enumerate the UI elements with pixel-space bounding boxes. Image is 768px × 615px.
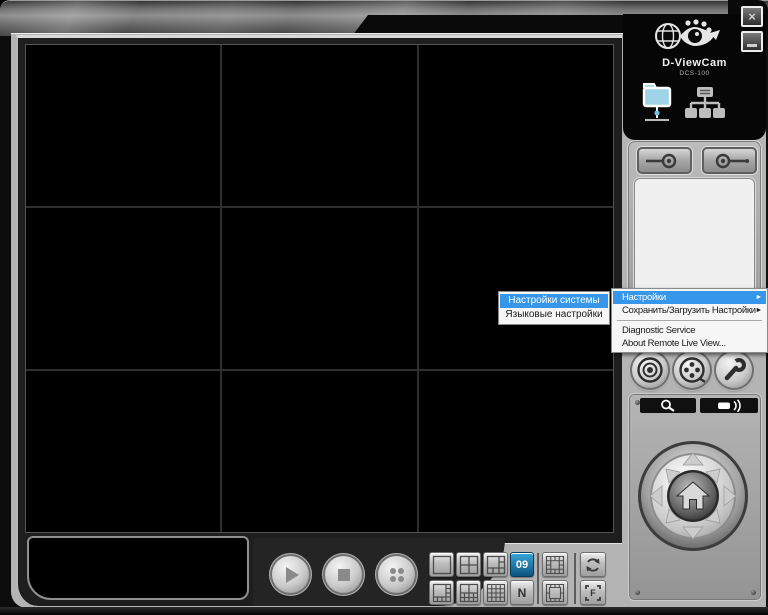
context-menu: Настройки системы Языковые настройки [498,291,610,325]
submenu-arrow-icon: ► [755,304,762,317]
layout-8-icon [432,583,452,603]
layout-1-button[interactable] [429,552,454,577]
settings-submenu: Настройки ► Сохранить/Загрузить Настройк… [611,288,768,353]
layout-8-button[interactable] [429,580,454,605]
layout-separator-2 [574,553,576,604]
fullscreen-button[interactable]: F [580,580,606,605]
film-reel-icon [677,355,707,385]
app-window: × 09 [0,0,768,615]
submenu-arrow-icon: ► [755,291,762,304]
event-log [27,536,249,600]
quad-dots-icon [386,564,408,586]
layout-13a-icon [545,555,565,575]
layout-4-button[interactable] [456,552,481,577]
video-cell[interactable] [419,208,613,369]
layout-6-button[interactable] [483,552,508,577]
play-icon [286,567,299,583]
layout-10-icon [459,583,479,603]
video-cell[interactable] [222,45,416,206]
video-cell[interactable] [26,45,220,206]
layout-separator [537,553,539,604]
stop-icon [338,569,350,581]
record-button[interactable] [632,352,668,388]
close-icon: × [748,10,756,23]
dviewcam-logo-icon [650,16,722,56]
magnifier-icon [648,399,688,412]
speed-icon [708,399,750,412]
video-cell[interactable] [26,371,220,532]
fullscreen-label: F [590,588,596,598]
layout-6-icon [486,555,506,575]
menu-item-about[interactable]: About Remote Live View... [613,337,766,350]
menu-item-save-load-settings[interactable]: Сохранить/Загрузить Настройки ► [613,304,766,317]
menu-item-settings[interactable]: Настройки ► [613,291,766,304]
layout-13b-button[interactable] [542,580,568,605]
camera-tree-icon[interactable] [684,86,726,122]
minimize-icon [747,44,757,47]
brand-subtitle: DCS-100 [623,70,766,77]
layout-16-icon [486,583,506,603]
record-folder-icon[interactable] [641,80,673,124]
layout-9-label: 09 [516,559,528,571]
video-grid [25,44,614,533]
layout-13a-button[interactable] [542,552,568,577]
disconnect-icon [708,152,752,170]
layout-16-button[interactable] [483,580,508,605]
multi-view-button[interactable] [378,556,415,593]
screw [635,590,640,595]
video-cell[interactable] [419,371,613,532]
rotate-view-button[interactable] [580,552,606,577]
close-button[interactable]: × [741,6,763,27]
video-cell[interactable] [419,45,613,206]
wrench-icon [719,355,749,385]
connect-icon [643,152,687,170]
layout-n-label: N [518,586,527,600]
setup-button[interactable] [716,352,752,388]
layout-n-button[interactable]: N [510,580,534,605]
menu-item-diagnostic-service[interactable]: Diagnostic Service [613,324,766,337]
menu-item-system-settings[interactable]: Настройки системы [500,294,608,308]
playback-button[interactable] [674,352,710,388]
video-cell[interactable] [26,208,220,369]
record-icon [635,355,665,385]
screw [751,590,756,595]
video-cell[interactable] [222,208,416,369]
rotate-icon [583,555,603,575]
video-cell[interactable] [222,371,416,532]
layout-10-button[interactable] [456,580,481,605]
zoom-section-label [640,398,696,413]
play-button[interactable] [272,556,309,593]
disconnect-button[interactable] [702,147,757,174]
ptz-wheel[interactable] [637,440,749,552]
menu-separator [617,320,762,321]
connect-button[interactable] [637,147,692,174]
layout-13b-icon [545,583,565,603]
speed-section-label [700,398,758,413]
minimize-button[interactable] [741,31,763,52]
layout-4-icon [459,555,479,575]
menu-item-language-settings[interactable]: Языковые настройки [500,308,608,322]
stop-button[interactable] [325,556,362,593]
layout-9-button[interactable]: 09 [510,552,534,577]
window-bottom-edge [0,607,768,615]
brand-title: D-ViewCam [623,57,766,69]
layout-1-icon [432,555,452,575]
